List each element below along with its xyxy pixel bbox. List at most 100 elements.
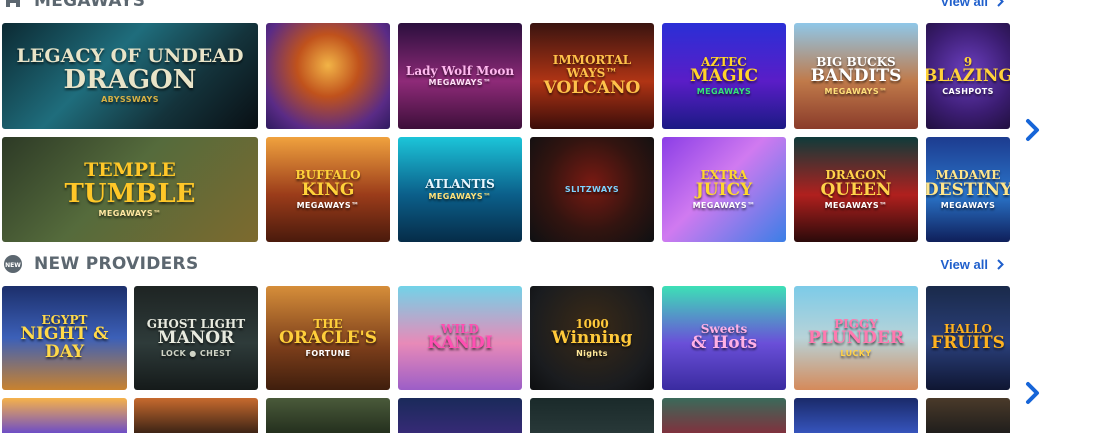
game-title-line3: MEGAWAYS™ <box>428 191 492 201</box>
chevron-right-icon <box>997 258 1004 270</box>
game-title-line2: QUEEN <box>820 179 892 200</box>
game-title: 9 BLAZING CASHPOTS <box>926 55 1010 97</box>
game-title: EXTRA JUICY MEGAWAYS™ <box>687 169 762 210</box>
megaways-game-tile[interactable]: Lady Wolf Moon MEGAWAYS™ <box>398 23 522 129</box>
game-title: 1000 Winning Nights <box>546 317 639 359</box>
game-title-line3: Nights <box>576 349 608 359</box>
new-providers-game-tile[interactable]: WILD KANDI <box>398 286 522 390</box>
game-title-line2: NIGHT & DAY <box>20 324 109 363</box>
game-title-line2: KANDI <box>427 333 493 354</box>
new-providers-game-tile[interactable] <box>266 398 390 433</box>
section-title-megaways: MEGAWAYS <box>34 0 146 11</box>
game-title-line3: MEGAWAYS™ <box>98 208 162 218</box>
carousel-next-button-megaways[interactable] <box>1021 116 1045 144</box>
megaways-game-tile[interactable] <box>266 23 390 129</box>
game-title-line2: FRUITS <box>931 333 1005 354</box>
game-title-line2: JUICY <box>695 179 753 200</box>
new-providers-game-tile[interactable] <box>530 398 654 433</box>
section-title-new-providers: NEW PROVIDERS <box>34 254 199 274</box>
game-title-line3: MEGAWAYS <box>696 87 752 97</box>
new-badge-icon: NEW <box>2 253 24 275</box>
game-title: BIG BUCKS BANDITS MEGAWAYS™ <box>805 55 908 97</box>
new-providers-game-tile[interactable]: GHOST LIGHT MANOR LOCK ● CHEST <box>134 286 258 390</box>
game-title-line2: DRAGON <box>63 65 197 96</box>
game-title-line2: KING <box>301 179 355 200</box>
game-title: EGYPT NIGHT & DAY <box>2 314 127 362</box>
megaways-game-tile[interactable]: BUFFALO KING MEGAWAYS™ <box>266 137 390 242</box>
game-title: THE ORACLE'S FORTUNE <box>273 317 383 359</box>
game-title-line3: CASHPOTS <box>942 87 994 97</box>
megaways-section-header: MEGAWAYS View all <box>0 0 1010 14</box>
game-title-line3: LUCKY <box>840 349 872 359</box>
new-providers-game-tile[interactable]: Sweets & Hots <box>662 286 786 390</box>
game-title: TEMPLE TUMBLE MEGAWAYS™ <box>59 158 202 219</box>
new-providers-game-tile[interactable] <box>398 398 522 433</box>
game-title: PIGGY PLUNDER LUCKY <box>802 317 910 359</box>
game-title-line2: BANDITS <box>810 66 902 87</box>
chevron-right-icon <box>997 0 1004 7</box>
new-providers-section-header: NEW NEW PROVIDERS View all <box>0 251 1010 277</box>
game-title: AZTEC MAGIC MEGAWAYS <box>684 55 764 97</box>
new-providers-game-tile[interactable]: PIGGY PLUNDER LUCKY <box>794 286 918 390</box>
new-providers-game-tile[interactable] <box>134 398 258 433</box>
game-title-line2: Winning <box>551 328 633 349</box>
new-providers-game-tile[interactable]: EGYPT NIGHT & DAY <box>2 286 127 390</box>
megaways-game-tile[interactable]: EXTRA JUICY MEGAWAYS™ <box>662 137 786 242</box>
new-providers-game-tile[interactable]: 1000 Winning Nights <box>530 286 654 390</box>
game-title: MADAME DESTINY MEGAWAYS <box>926 169 1010 210</box>
game-title: ATLANTIS MEGAWAYS™ <box>419 178 501 201</box>
game-title: Lady Wolf Moon MEGAWAYS™ <box>400 63 520 88</box>
megaways-game-tile[interactable]: TEMPLE TUMBLE MEGAWAYS™ <box>2 137 258 242</box>
game-title: DRAGON QUEEN MEGAWAYS™ <box>814 169 897 210</box>
new-providers-game-tile[interactable] <box>2 398 127 433</box>
megaways-game-tile[interactable]: SLITZWAYS <box>530 137 654 242</box>
game-title-line3: MEGAWAYS™ <box>824 200 888 210</box>
game-title-line3: ABYSSWAYS <box>101 95 159 105</box>
new-providers-game-tile[interactable]: HALLO FRUITS <box>926 286 1010 390</box>
game-title-line3: MEGAWAYS™ <box>824 87 888 97</box>
game-title-line3: FORTUNE <box>305 349 351 359</box>
chevron-right-icon <box>1026 382 1039 404</box>
view-all-link-new-providers[interactable]: View all <box>941 257 1004 272</box>
game-title-line1: TEMPLE <box>84 158 176 181</box>
megaways-game-tile[interactable]: AZTEC MAGIC MEGAWAYS <box>662 23 786 129</box>
game-title-line2: ORACLE'S <box>278 328 378 349</box>
new-providers-game-tile[interactable] <box>662 398 786 433</box>
megaways-game-tile[interactable]: ATLANTIS MEGAWAYS™ <box>398 137 522 242</box>
game-title-line1: IMMORTAL WAYS™ <box>552 53 632 81</box>
megaways-icon <box>2 0 24 12</box>
new-providers-game-tile[interactable] <box>926 398 1010 433</box>
game-title: HALLO FRUITS <box>926 323 1010 353</box>
game-title: Sweets & Hots <box>685 323 763 353</box>
game-title: GHOST LIGHT MANOR LOCK ● CHEST <box>141 317 251 359</box>
megaways-game-tile[interactable]: MADAME DESTINY MEGAWAYS <box>926 137 1010 242</box>
game-title: WILD KANDI <box>421 323 499 353</box>
game-title-line3: LOCK ● CHEST <box>160 349 232 359</box>
game-title-line3: MEGAWAYS™ <box>296 200 360 210</box>
game-title-line1: Lady Wolf Moon <box>405 63 515 78</box>
svg-text:NEW: NEW <box>5 262 21 269</box>
game-title-line2: VOLCANO <box>543 77 641 98</box>
game-title-line3: MEGAWAYS <box>940 200 996 210</box>
game-title-line2: & Hots <box>690 333 758 354</box>
megaways-game-tile[interactable]: IMMORTAL WAYS™ VOLCANO <box>530 23 654 129</box>
game-title: LEGACY OF UNDEAD DRAGON ABYSSWAYS <box>11 46 250 105</box>
game-title: BUFFALO KING MEGAWAYS™ <box>289 169 366 210</box>
megaways-game-tile[interactable]: BIG BUCKS BANDITS MEGAWAYS™ <box>794 23 918 129</box>
game-title-line3: SLITZWAYS <box>564 185 620 195</box>
game-title-line3: MEGAWAYS™ <box>428 78 492 88</box>
game-title-line2: MANOR <box>157 328 235 349</box>
game-title: SLITZWAYS <box>559 184 625 194</box>
megaways-game-tile[interactable]: DRAGON QUEEN MEGAWAYS™ <box>794 137 918 242</box>
chevron-right-icon <box>1026 119 1039 141</box>
game-title-line2: MAGIC <box>689 66 758 87</box>
view-all-label: View all <box>940 256 988 272</box>
megaways-game-tile[interactable]: 9 BLAZING CASHPOTS <box>926 23 1010 129</box>
view-all-link-megaways[interactable]: View all <box>941 0 1004 9</box>
new-providers-game-tile[interactable]: THE ORACLE'S FORTUNE <box>266 286 390 390</box>
game-title-line3: MEGAWAYS™ <box>692 200 756 210</box>
view-all-label: View all <box>940 0 988 9</box>
megaways-game-tile[interactable]: LEGACY OF UNDEAD DRAGON ABYSSWAYS <box>2 23 258 129</box>
new-providers-game-tile[interactable] <box>794 398 918 433</box>
carousel-next-button-new-providers[interactable] <box>1021 379 1045 407</box>
